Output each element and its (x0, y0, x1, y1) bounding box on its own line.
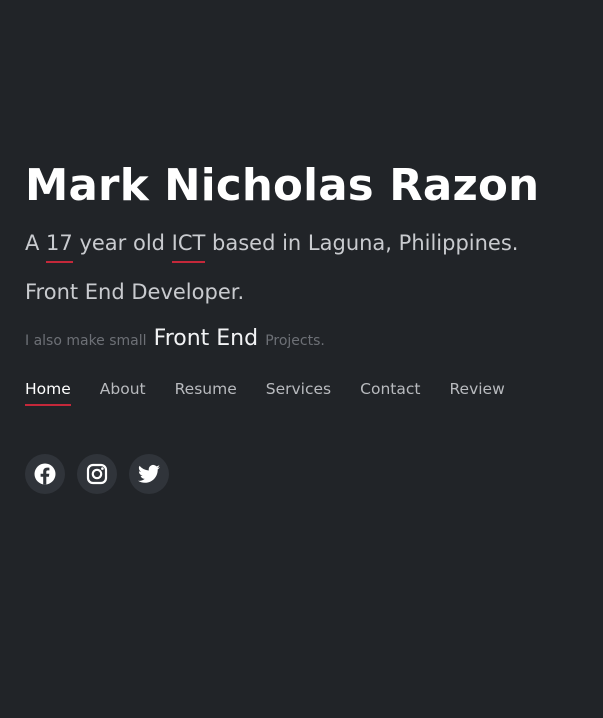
tagline-suffix: based in Laguna, Philippines. (205, 231, 519, 255)
nav-item-contact[interactable]: Contact (360, 378, 420, 400)
instagram-icon (86, 463, 108, 485)
tagline-prefix: A (25, 231, 47, 255)
twitter-icon (138, 464, 160, 483)
projects-tail: Projects. (265, 333, 325, 349)
tagline-age: 17 (46, 228, 73, 263)
instagram-button[interactable] (77, 454, 117, 494)
nav-item-services[interactable]: Services (266, 378, 331, 400)
social-links (25, 454, 169, 494)
hero-projects: I also make small Front End Projects. (25, 324, 595, 356)
projects-lead: I also make small (25, 333, 147, 349)
nav-item-about[interactable]: About (100, 378, 146, 400)
hero-tagline: A 17 year old ICT based in Laguna, Phili… (25, 228, 595, 263)
nav-item-resume[interactable]: Resume (175, 378, 237, 400)
tagline-course: ICT (171, 228, 205, 263)
hero-section: Mark Nicholas Razon A 17 year old ICT ba… (25, 160, 595, 356)
facebook-button[interactable] (25, 454, 65, 494)
main-nav: Home About Resume Services Contact Revie… (25, 378, 534, 406)
tagline-mid: year old (72, 231, 172, 255)
nav-item-home[interactable]: Home (25, 378, 71, 406)
projects-highlight: Front End (153, 326, 259, 351)
hero-name: Mark Nicholas Razon (25, 161, 540, 211)
hero-role: Front End Developer. (25, 280, 245, 304)
facebook-icon (34, 463, 56, 485)
twitter-button[interactable] (129, 454, 169, 494)
nav-item-review[interactable]: Review (449, 378, 504, 400)
